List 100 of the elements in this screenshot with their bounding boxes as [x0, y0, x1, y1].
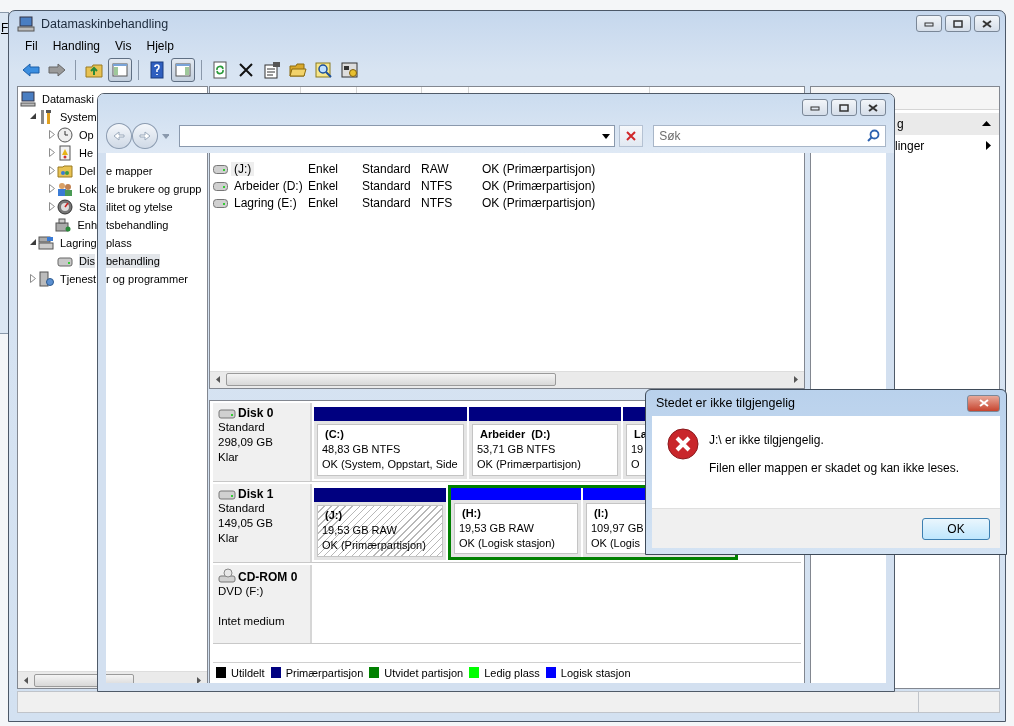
dialog-message: J:\ er ikke tilgjengelig. — [709, 433, 825, 447]
tree-item-label[interactable]: le brukere og grupp — [106, 181, 202, 196]
volume-name[interactable]: Lagring (E:) — [231, 196, 300, 211]
tree-item-label[interactable]: ilitet og ytelse — [106, 199, 173, 214]
tree-item-label[interactable]: Sta — [79, 199, 96, 214]
refresh-icon — [211, 61, 229, 80]
address-field[interactable] — [179, 125, 616, 147]
gauge-icon — [57, 198, 73, 215]
menu-item[interactable]: Fil — [17, 39, 45, 54]
table-cell-text: Enkel — [308, 162, 340, 177]
forward-arrow-icon — [48, 61, 66, 80]
disk-info: Standard — [218, 500, 266, 516]
tree-item-label[interactable]: Tjenest — [60, 271, 97, 286]
tree-item-label[interactable]: Lok — [79, 181, 97, 196]
tree-item-label[interactable]: Datamaski — [42, 91, 94, 106]
tree-item-label[interactable]: behandling — [106, 253, 160, 268]
partition-box[interactable]: (H:) 19,53 GB RAW OK (Logisk stasjon) — [454, 502, 578, 554]
menu-item[interactable]: Vis — [107, 39, 139, 54]
partition-name: (J:) — [324, 507, 344, 523]
dropdown-arrow-icon[interactable] — [602, 133, 611, 139]
minimize-button[interactable] — [802, 99, 828, 116]
partition-box[interactable]: (C:) 48,83 GB NTFS OK (System, Oppstart, Side — [317, 423, 464, 476]
maximize-button[interactable] — [945, 15, 971, 33]
tree-item-label[interactable]: e mapper — [106, 163, 153, 178]
cd-drive-icon — [218, 567, 236, 584]
horizontal-scrollbar[interactable] — [210, 370, 804, 388]
collapse-arrow-icon[interactable] — [982, 121, 991, 127]
table-cell-text: NTFS — [421, 196, 454, 211]
search-field[interactable]: Søk — [653, 125, 886, 147]
close-button[interactable] — [974, 15, 1000, 33]
action-pane-icon — [174, 61, 192, 80]
close-icon — [982, 20, 992, 28]
collapse-arrow-icon[interactable] — [29, 239, 37, 247]
maximize-icon — [839, 103, 849, 112]
tree-item-label[interactable]: tsbehandling — [106, 217, 169, 232]
back-arrow-icon — [112, 131, 125, 141]
partition-box[interactable]: (J:) 19,53 GB RAW OK (Primærpartisjon) — [317, 504, 443, 557]
table-cell-text: OK (Primærpartisjon) — [482, 162, 597, 177]
action-item[interactable]: linger — [895, 138, 986, 153]
partition-size: 19 — [631, 441, 644, 457]
close-button[interactable] — [860, 99, 886, 116]
disk-info: 298,09 GB — [218, 434, 274, 450]
tree-item-label[interactable]: r og programmer — [106, 271, 188, 286]
tree-item-label[interactable]: plass — [106, 235, 132, 250]
tree-item-label[interactable]: Op — [79, 127, 94, 142]
table-cell-text: NTFS — [421, 179, 454, 194]
tree-item-label[interactable]: System — [60, 109, 97, 124]
dialog-message: Filen eller mappen er skadet og kan ikke leses. — [709, 461, 960, 475]
disk-info: Standard — [218, 419, 266, 435]
volume-name[interactable]: Arbeider (D:) — [231, 179, 306, 194]
partition-size: 53,71 GB NTFS — [477, 441, 556, 457]
drive-icon — [218, 407, 236, 420]
partition-box[interactable]: Arbeider (D:) 53,71 GB NTFS OK (Primærpartisjon) — [472, 423, 618, 476]
computer-icon — [17, 16, 35, 32]
computer-icon — [20, 90, 36, 107]
partition-name: (C:) — [324, 426, 345, 442]
collapse-arrow-icon[interactable] — [29, 113, 37, 121]
maximize-button[interactable] — [831, 99, 857, 116]
properties-icon — [263, 61, 281, 80]
tree-item-label[interactable]: He — [79, 145, 94, 160]
tree-pane-icon — [111, 61, 129, 80]
table-cell-text: Standard — [362, 179, 412, 194]
expand-arrow-icon[interactable] — [30, 274, 36, 284]
drive-icon — [218, 488, 236, 501]
scroll-left-icon[interactable] — [24, 676, 28, 684]
partition-status: OK (System, Oppstart, Side — [322, 456, 458, 472]
partition-name: (H:) — [461, 505, 482, 521]
search-icon — [867, 129, 880, 142]
menu-item[interactable]: Handling — [44, 39, 108, 54]
partition-size: 48,83 GB NTFS — [322, 441, 401, 457]
close-icon — [978, 399, 989, 407]
ok-button[interactable]: OK — [922, 517, 990, 540]
action-section-header[interactable]: g — [895, 112, 999, 135]
menu-item[interactable]: Hjelp — [138, 39, 181, 54]
scroll-right-icon[interactable] — [197, 676, 201, 684]
volume-name[interactable]: (J:) — [231, 162, 255, 177]
tree-item-label[interactable]: Lagring — [60, 235, 97, 250]
legend-label: Utildelt — [231, 666, 265, 679]
drive-icon — [213, 164, 228, 174]
legend-label: Ledig plass — [484, 666, 540, 679]
disk-info: Intet medium — [218, 613, 286, 629]
table-cell-text: Enkel — [308, 179, 340, 194]
menu-letter[interactable]: F — [1, 21, 9, 35]
partition-status: OK (Logis — [591, 535, 640, 551]
stop-button[interactable] — [619, 125, 644, 147]
minimize-button[interactable] — [916, 15, 942, 33]
scroll-right-icon[interactable] — [794, 376, 798, 384]
partition-status: O — [631, 456, 640, 472]
table-cell-text: RAW — [421, 162, 450, 177]
minimize-icon — [810, 104, 820, 111]
tree-item-label[interactable]: Del — [79, 163, 96, 178]
tree-item-label[interactable]: Dis — [79, 253, 95, 268]
disk-info: Klar — [218, 449, 240, 465]
partition-size: 109,97 GB — [591, 520, 644, 536]
disk-info: Klar — [218, 530, 240, 546]
users-icon — [57, 180, 73, 197]
scroll-left-icon[interactable] — [216, 376, 220, 384]
table-cell-text: Standard — [362, 196, 412, 211]
tree-item-label[interactable]: Enh — [77, 217, 97, 232]
section-title: g — [897, 116, 905, 131]
